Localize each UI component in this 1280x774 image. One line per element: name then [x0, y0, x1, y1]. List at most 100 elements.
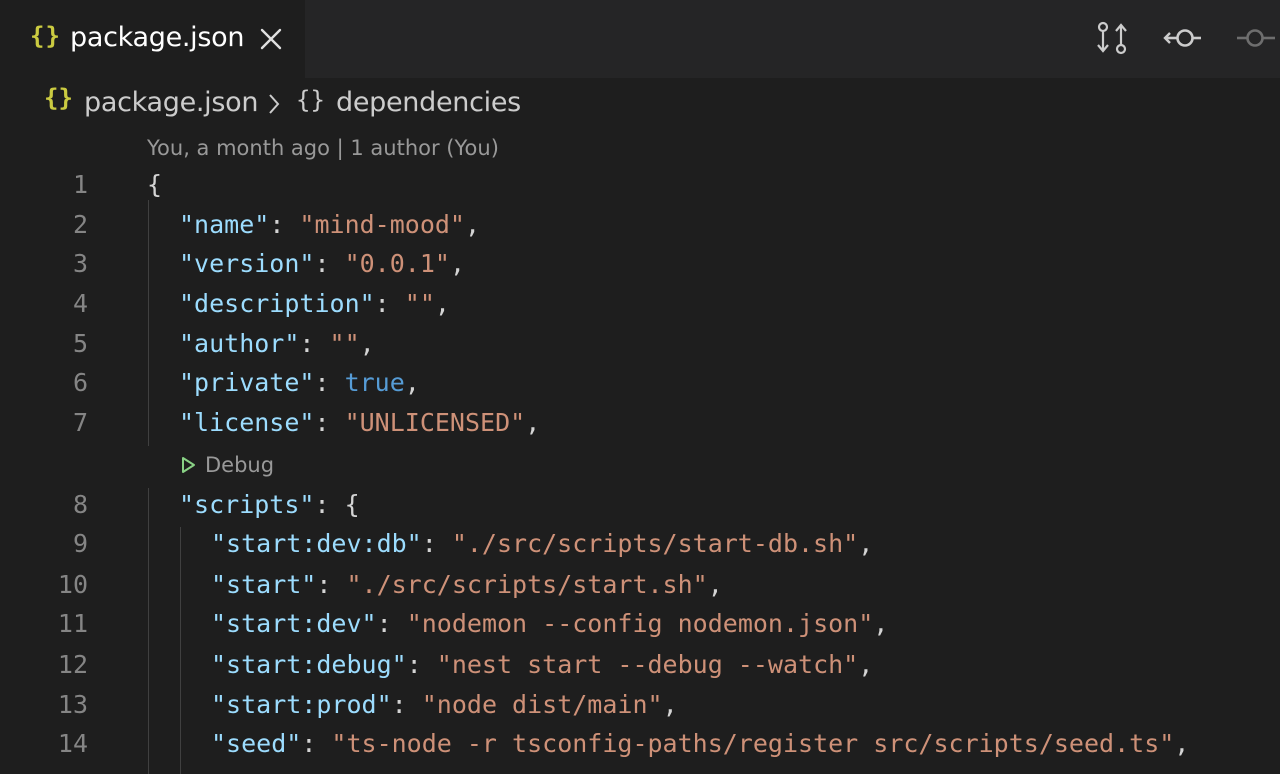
json-key: "author" [179, 329, 300, 358]
code-line[interactable]: "version": "0.0.1", [179, 249, 465, 278]
code-line[interactable]: "start:dev": "nodemon --config nodemon.j… [211, 609, 888, 638]
json-file-icon: {} [30, 22, 61, 50]
breadcrumb-file[interactable]: package.json [84, 87, 258, 118]
json-file-icon: {} [44, 84, 73, 112]
breadcrumb: {} package.json {} dependencies [0, 80, 1280, 130]
comma: , [359, 329, 375, 358]
colon: : [421, 529, 452, 558]
colon: : [391, 690, 422, 719]
line-number: 4 [72, 289, 88, 318]
comma: , [434, 289, 450, 318]
indent-guide [148, 488, 149, 774]
comma: , [873, 609, 889, 638]
colon: : [314, 249, 345, 278]
json-key: "scripts" [179, 490, 315, 519]
json-value: "nest start --debug --watch" [436, 650, 859, 679]
json-key: "name" [179, 210, 270, 239]
json-key: "description" [179, 289, 375, 318]
line-number: 8 [72, 490, 88, 519]
indent-guide [180, 527, 181, 774]
line-number: 1 [72, 170, 88, 199]
compare-changes-icon[interactable] [1092, 18, 1132, 58]
line-number: 2 [72, 210, 88, 239]
line-number: 13 [57, 690, 88, 719]
json-key: "start" [211, 570, 317, 599]
json-key: "start:dev" [211, 609, 377, 638]
json-value: "0.0.1" [344, 249, 450, 278]
json-key: "private" [179, 368, 315, 397]
comma: , [858, 529, 874, 558]
line-number: 5 [72, 329, 88, 358]
json-value: "./src/scripts/start.sh" [346, 570, 708, 599]
comma: , [404, 368, 420, 397]
debug-label: Debug [205, 453, 275, 477]
json-value: { [344, 490, 360, 519]
object-symbol-icon: {} [296, 86, 325, 114]
line-number: 7 [72, 408, 88, 437]
colon: : [301, 729, 332, 758]
breadcrumb-symbol[interactable]: dependencies [336, 87, 521, 118]
code-line[interactable]: "name": "mind-mood", [179, 210, 480, 239]
comma: , [662, 690, 678, 719]
indent-guide [148, 200, 149, 446]
json-value: "ts-node -r tsconfig-paths/register src/… [331, 729, 1175, 758]
git-next-change-icon[interactable] [1235, 18, 1275, 58]
code-line[interactable]: { [147, 170, 162, 199]
comma: , [1174, 729, 1190, 758]
colon: : [374, 289, 405, 318]
comma: , [525, 408, 541, 437]
json-key: "start:debug" [211, 650, 407, 679]
colon: : [376, 609, 407, 638]
tab-label: package.json [70, 22, 245, 53]
comma: , [449, 249, 465, 278]
line-number: 6 [72, 368, 88, 397]
json-key: "seed" [211, 729, 302, 758]
line-number: 12 [57, 650, 88, 679]
code-line[interactable]: "description": "", [179, 289, 450, 318]
colon: : [406, 650, 437, 679]
line-number: 9 [72, 529, 88, 558]
comma: , [465, 210, 481, 239]
code-line[interactable]: "start:debug": "nest start --debug --wat… [211, 650, 873, 679]
git-previous-change-icon[interactable] [1163, 18, 1203, 58]
line-number: 3 [72, 249, 88, 278]
code-line[interactable]: "start:prod": "node dist/main", [211, 690, 678, 719]
line-number: 11 [57, 609, 88, 638]
code-line[interactable]: "author": "", [179, 329, 375, 358]
json-value: "" [404, 289, 435, 318]
json-value: "node dist/main" [421, 690, 663, 719]
json-key: "start:dev:db" [211, 529, 422, 558]
colon: : [314, 490, 345, 519]
code-line[interactable]: "seed": "ts-node -r tsconfig-paths/regis… [211, 729, 1189, 758]
code-line[interactable]: "start:dev:db": "./src/scripts/start-db.… [211, 529, 873, 558]
json-key: "start:prod" [211, 690, 392, 719]
close-icon[interactable] [257, 25, 285, 53]
json-value: true [344, 368, 405, 397]
play-icon [182, 457, 195, 473]
debug-codelens[interactable]: Debug [180, 453, 274, 477]
git-blame-codelens[interactable]: You, a month ago | 1 author (You) [147, 136, 499, 160]
colon: : [316, 570, 347, 599]
code-line[interactable]: "scripts": { [179, 490, 360, 519]
json-value: "UNLICENSED" [344, 408, 526, 437]
code-line[interactable]: "start": "./src/scripts/start.sh", [211, 570, 723, 599]
json-value: "nodemon --config nodemon.json" [406, 609, 874, 638]
json-value: "" [329, 329, 360, 358]
json-key: "license" [179, 408, 315, 437]
tab-package-json[interactable]: {} package.json [0, 0, 305, 78]
colon: : [314, 408, 345, 437]
colon: : [314, 368, 345, 397]
comma: , [707, 570, 723, 599]
editor-tab-bar: {} package.json [0, 0, 1280, 78]
code-line[interactable]: "license": "UNLICENSED", [179, 408, 540, 437]
line-number: 10 [57, 570, 88, 599]
code-punctuation: { [147, 170, 163, 199]
comma: , [858, 650, 874, 679]
colon: : [299, 329, 330, 358]
json-value: "mind-mood" [299, 210, 465, 239]
json-value: "./src/scripts/start-db.sh" [451, 529, 859, 558]
chevron-right-icon [269, 94, 280, 114]
json-key: "version" [179, 249, 315, 278]
colon: : [269, 210, 300, 239]
code-line[interactable]: "private": true, [179, 368, 420, 397]
